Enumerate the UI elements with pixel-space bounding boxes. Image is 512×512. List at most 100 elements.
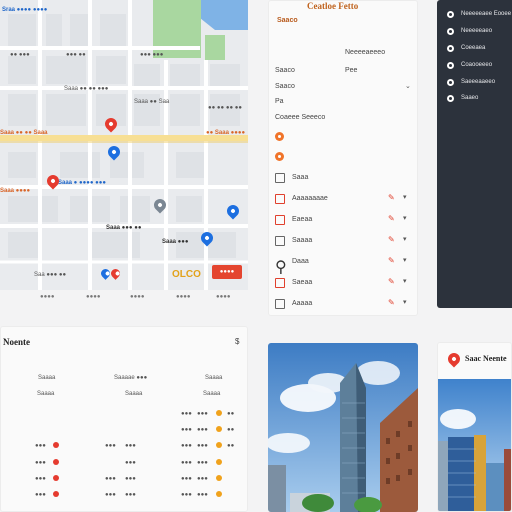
table-cell: ●●● (105, 476, 116, 482)
map-road-label: ●●● ●●● (140, 52, 164, 58)
table-cell: ●●● (35, 492, 46, 498)
map-road-label: ●●● ●● (66, 52, 86, 58)
list-item-label: Eaeaa (292, 216, 313, 223)
skyscraper-image (268, 343, 418, 512)
list-icon (275, 299, 285, 309)
sidebar-item[interactable]: Neeeeeaee Eooee (447, 10, 512, 20)
section-label: Coaeee Seeeco (275, 114, 326, 121)
map-action-button[interactable]: ●●●● (212, 265, 242, 279)
table-title: Noente (3, 337, 30, 347)
list-item[interactable]: Saaa (275, 171, 413, 185)
chevron-down-icon[interactable]: ▾ (403, 193, 407, 201)
field-label: Pa (275, 98, 284, 105)
edit-icon[interactable]: ✎ (388, 256, 395, 265)
edit-icon[interactable]: ✎ (388, 193, 395, 202)
edit-icon[interactable]: ✎ (388, 214, 395, 223)
edit-icon[interactable]: ✎ (388, 298, 395, 307)
chevron-down-icon[interactable]: ▾ (403, 277, 407, 285)
chevron-down-icon[interactable]: ▾ (403, 235, 407, 243)
table-cell: ●●● (181, 492, 192, 498)
map-place-label: Saaa ●●●● (0, 188, 31, 194)
status-dot-icon (53, 491, 59, 497)
list-item[interactable]: Eaeaa ✎ ▾ (275, 213, 413, 227)
sidebar-item[interactable]: Saaeo (447, 94, 509, 104)
sidebar-item[interactable]: Coaooeeeo (447, 61, 509, 71)
city-image (438, 379, 511, 511)
list-item-label: Saaaa (292, 237, 313, 244)
place-card[interactable]: Saac Neente (437, 342, 512, 512)
sidebar-item-label: Neeeeeaee Eooee (461, 11, 512, 17)
panel-title: Saaco (277, 17, 298, 24)
table-cell: ●●● (181, 427, 192, 433)
building-photo[interactable] (268, 343, 418, 512)
radio-icon (447, 11, 454, 18)
table-cell: ●●● (35, 460, 46, 466)
table-cell: ●●● (125, 492, 136, 498)
table-cell: ●●● (197, 427, 208, 433)
status-dot-icon (216, 491, 222, 497)
list-item[interactable]: Saeaa ✎ ▾ (275, 276, 413, 290)
table-cell: ●●● (125, 460, 136, 466)
sidebar-item-label: Neeeeeaeo (461, 28, 493, 34)
chevron-down-icon[interactable]: ▾ (403, 256, 407, 264)
table-cell: ●●● (197, 492, 208, 498)
list-item[interactable]: Aaaaa ✎ ▾ (275, 297, 413, 311)
data-table-card: Noente $ Saaaa Saaaae ●●● Saaaa Saaaa Sa… (0, 326, 248, 512)
map-road-label: Saaa ●● ●● Saaa (0, 130, 48, 136)
list-item-label: Saaa (292, 174, 309, 181)
table-cell: ●●● (181, 476, 192, 482)
map-place-label: ●● ●● ●● ●● (208, 105, 242, 111)
sidebar-item[interactable]: Coeeaea (447, 44, 509, 54)
list-item-label: Saeaa (292, 279, 313, 286)
map-footer-item: ●●●● (216, 294, 231, 300)
list-item[interactable]: ⚲ Daaa ✎ ▾ (275, 255, 413, 276)
map-place-label: Saaa ●●● ●● (106, 225, 142, 231)
chevron-down-icon[interactable]: ▾ (403, 298, 407, 306)
radio-icon (447, 62, 454, 69)
calendar-icon (275, 194, 285, 204)
table-cell: ●●● (181, 460, 192, 466)
chevron-down-icon[interactable]: ▾ (403, 214, 407, 222)
map-road-label: Saaa ●● ●● ●●● (64, 86, 109, 92)
map-place-label: Saaa ●●● (162, 239, 189, 245)
table-cell: ●●● (197, 460, 208, 466)
map-price-label: OLCO (172, 269, 201, 280)
map-footer-item: ●●●● (130, 294, 145, 300)
location-pin-icon (445, 350, 463, 368)
status-dot-icon (216, 410, 222, 416)
list-item-label: Aaaaaaaae (292, 195, 328, 202)
status-radio-icon[interactable] (275, 132, 284, 141)
list-item[interactable]: Saaaa ✎ ▾ (275, 234, 413, 248)
edit-icon[interactable]: ✎ (388, 235, 395, 244)
status-radio-icon[interactable] (275, 152, 284, 161)
list-item-label: Aaaaa (292, 300, 313, 307)
map-road-label: ●● ●●● (10, 52, 30, 58)
table-cell: ●●● (35, 476, 46, 482)
table-cell: ●●● (105, 492, 116, 498)
table-cell: ●● (227, 443, 235, 449)
table-cell: ●●● (125, 443, 136, 449)
map-road-label: Saaa ●● Saa (134, 99, 170, 105)
field-label: Saaco (275, 67, 295, 74)
edit-icon[interactable]: ✎ (388, 277, 395, 286)
sidebar-item-label: Coeeaea (461, 45, 486, 51)
table-cell: ●●● (105, 443, 116, 449)
map-view[interactable]: Sraa ●●●● ●●●● ●● ●●● ●●● ●● ●●● ●●● Saa… (0, 0, 248, 306)
table-cell: ●●● (197, 443, 208, 449)
map-footer-item: ●●●● (40, 294, 55, 300)
table-cell: ●●● (125, 476, 136, 482)
place-card-title: Saac Neente (465, 354, 507, 363)
table-cell: ●●● (181, 443, 192, 449)
sidebar-item[interactable]: Neeeeeaeo (447, 27, 509, 37)
column-subheader: Saaaa (203, 391, 221, 397)
column-subheader: Saaaa (125, 391, 143, 397)
list-item[interactable]: Aaaaaaaae ✎ ▾ (275, 192, 413, 206)
table-cell: ●●● (181, 411, 192, 417)
table-menu-icon[interactable]: $ (235, 337, 239, 346)
field-value: Neeeeaeeeo (345, 49, 386, 56)
chevron-down-icon[interactable]: ⌄ (405, 82, 411, 90)
list-icon (275, 173, 285, 183)
details-panel: Ceatloe Fetto Saaco Neeeeaeeeo Saaco Pee… (268, 0, 418, 316)
sidebar-item[interactable]: Saeeeaaeeo (447, 78, 509, 88)
field-label: Saaco (275, 83, 295, 90)
